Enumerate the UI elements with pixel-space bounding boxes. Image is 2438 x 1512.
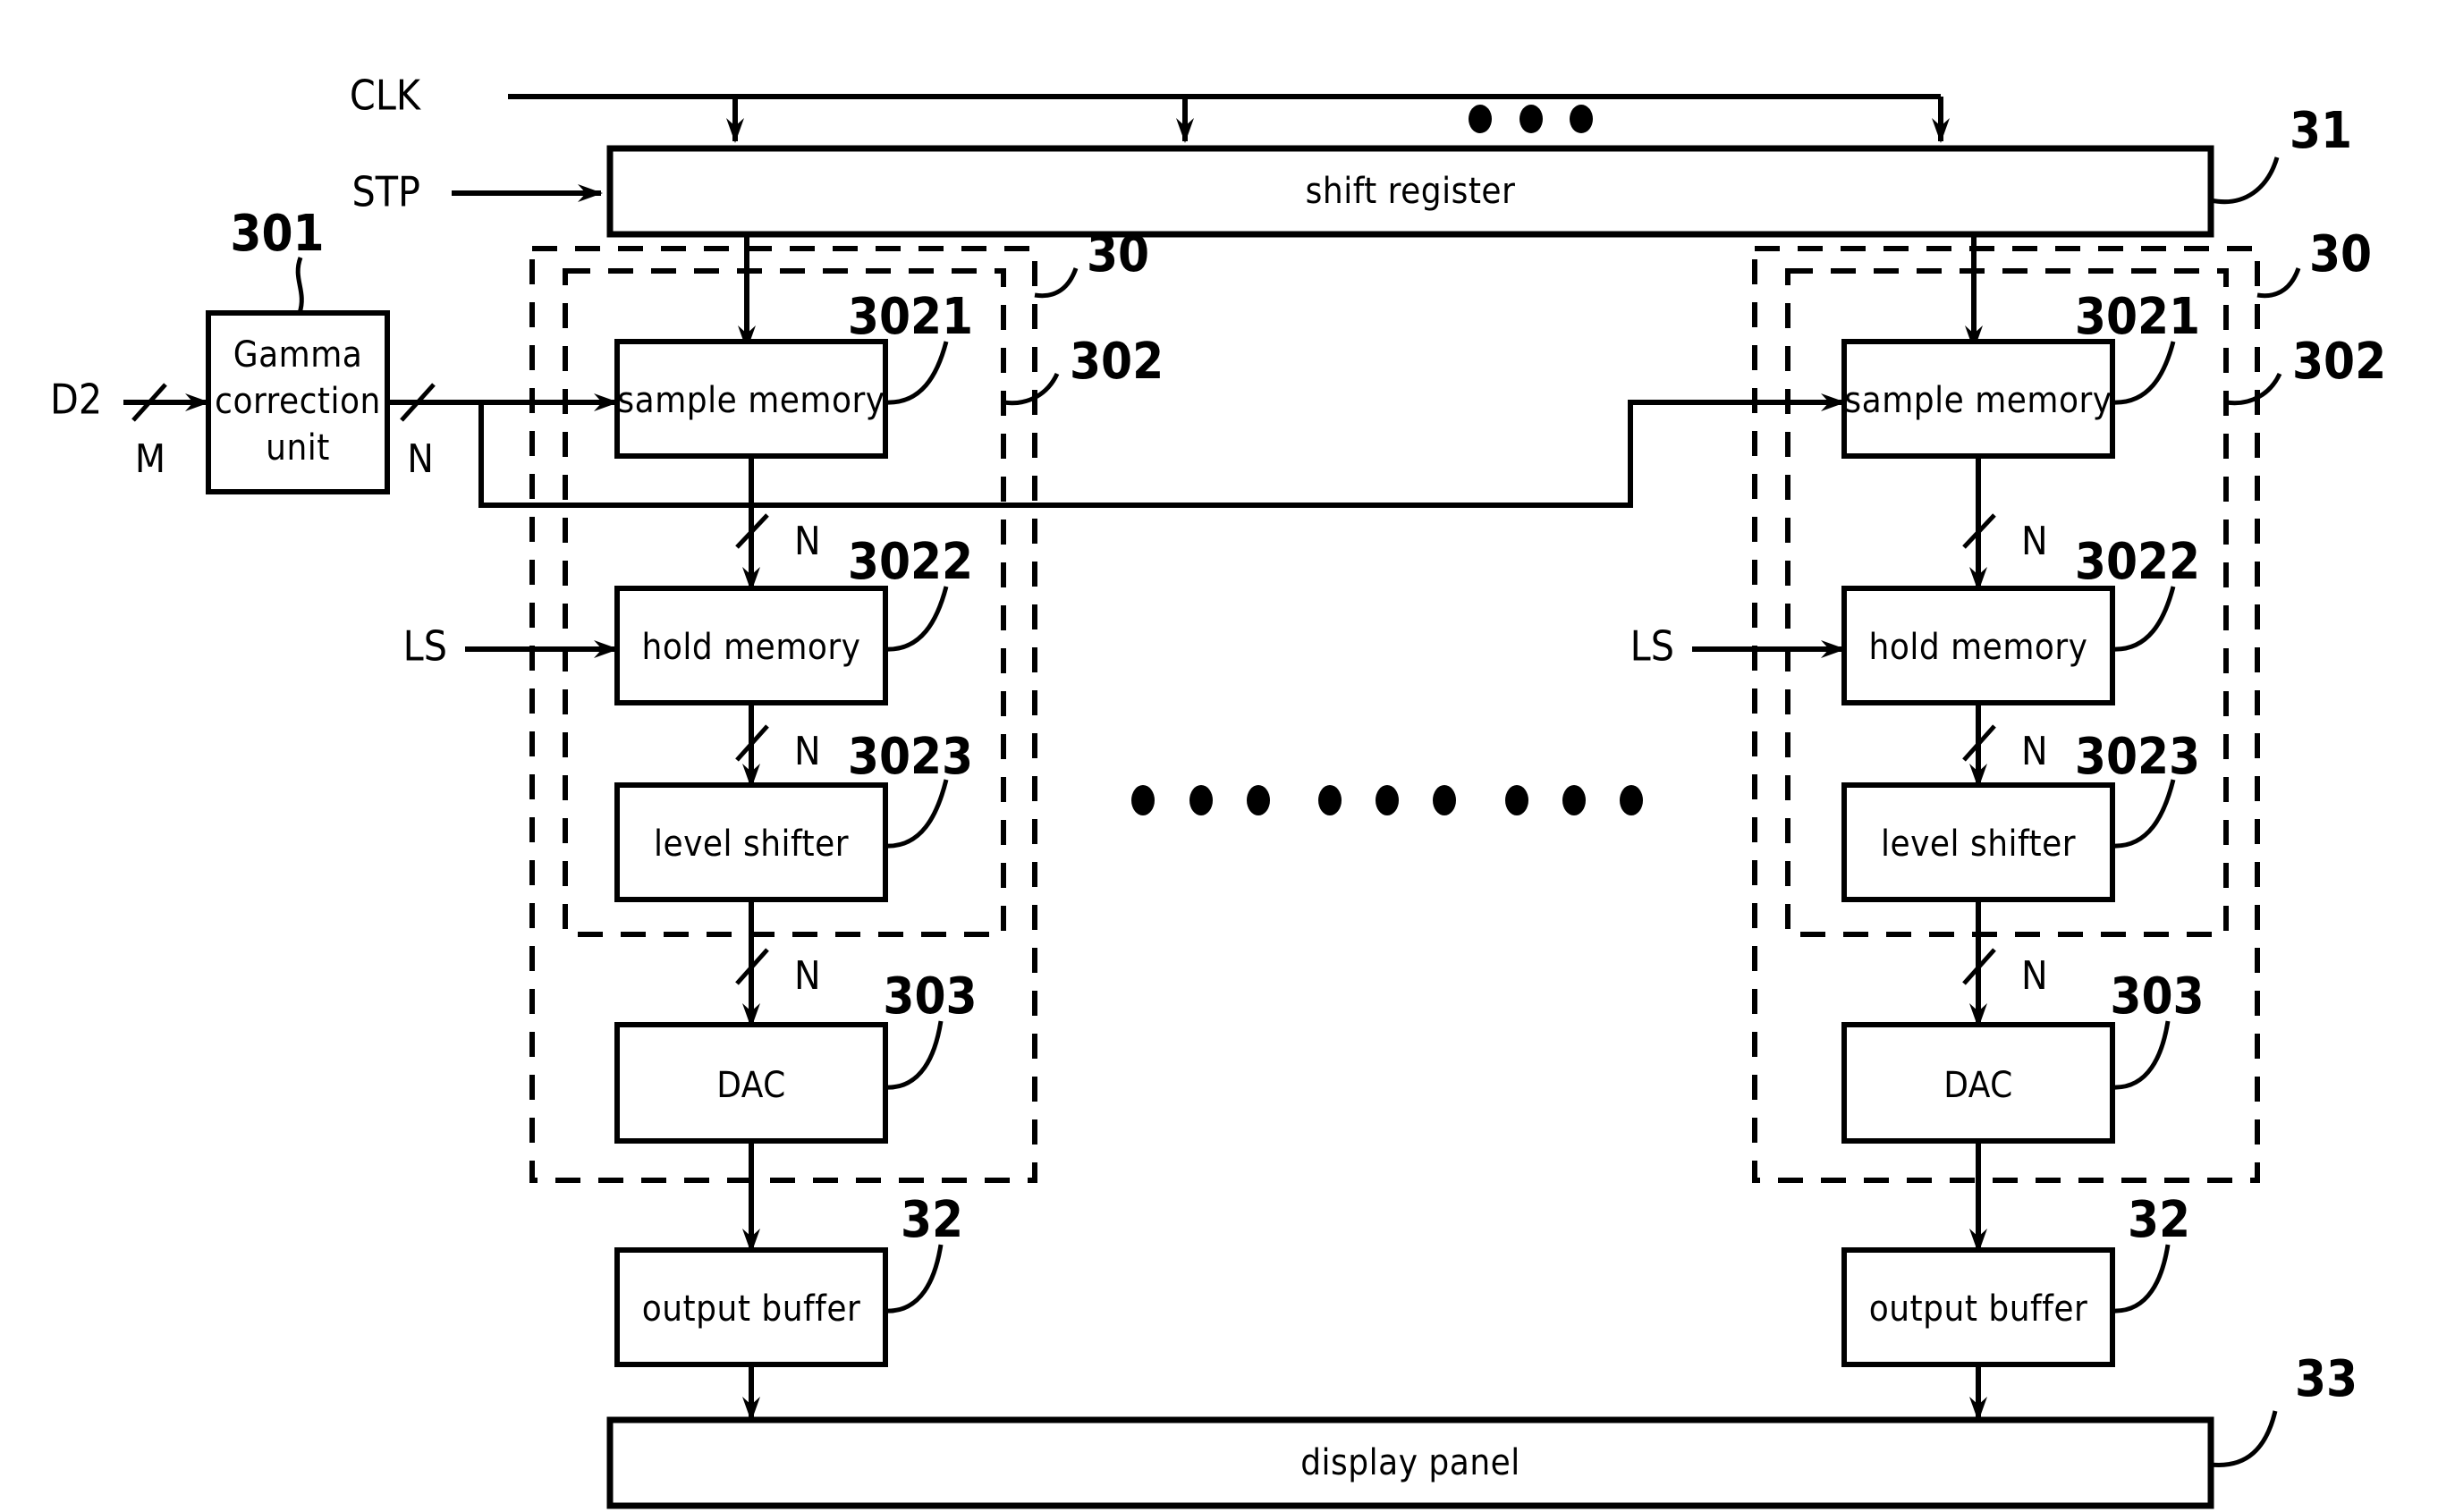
- right-ref-30-leader: 30: [2256, 225, 2372, 299]
- bus-width-m-label: M: [135, 436, 165, 482]
- left-sample-memory-label: sample memory: [617, 380, 885, 421]
- right-ref-302-leader: 302: [2225, 333, 2386, 406]
- clk-ellipsis-dots: [1469, 105, 1593, 133]
- gamma-label-line1: Gamma: [233, 334, 363, 376]
- left-ref-32-leader: 32: [885, 1191, 963, 1313]
- left-dac-block[interactable]: DAC: [614, 1022, 888, 1144]
- left-ls-label: LS: [403, 622, 447, 671]
- bus-width-n-label: N: [407, 436, 434, 482]
- right-sample-memory-block[interactable]: sample memory: [1841, 339, 2115, 459]
- ref-301: 301: [230, 205, 324, 263]
- gamma-output-bus: N: [387, 383, 1846, 508]
- block-diagram: CLK STP shift register 31 Gamma correcti…: [50, 72, 2386, 1509]
- right-ref-32: 32: [2128, 1191, 2190, 1249]
- channel-ellipsis-dots: [1131, 785, 1643, 815]
- figure-canvas: CLK STP shift register 31 Gamma correcti…: [0, 0, 2438, 1512]
- right-hold-memory-block[interactable]: hold memory: [1841, 586, 2115, 705]
- right-s2h-bit-label: N: [2021, 519, 2048, 564]
- ref-33: 33: [2295, 1350, 2358, 1408]
- left-hold-to-level-wire: N: [735, 703, 821, 789]
- left-s2h-bit-label: N: [794, 519, 821, 564]
- right-ref-303-leader: 303: [2110, 967, 2205, 1090]
- left-h2l-bit-label: N: [794, 729, 821, 774]
- left-ref-30: 30: [1087, 225, 1149, 283]
- right-ref-3023: 3023: [2075, 728, 2200, 786]
- right-ls-input-group: LS: [1630, 622, 1846, 671]
- left-output-buffer-label: output buffer: [642, 1288, 861, 1330]
- left-l2d-bit-label: N: [794, 953, 821, 999]
- left-ref-3022: 3022: [848, 533, 973, 591]
- right-ref-302: 302: [2292, 333, 2386, 391]
- display-panel-label: display panel: [1300, 1442, 1520, 1483]
- left-output-buffer-block[interactable]: output buffer: [614, 1247, 888, 1367]
- right-ref-303: 303: [2110, 967, 2204, 1026]
- right-h2l-bit-label: N: [2021, 729, 2048, 774]
- right-dac-label: DAC: [1943, 1065, 2013, 1106]
- right-hold-to-level-wire: N: [1962, 703, 2048, 789]
- left-hold-memory-block[interactable]: hold memory: [614, 586, 888, 705]
- ref-31: 31: [2290, 102, 2352, 160]
- left-hold-memory-label: hold memory: [642, 627, 861, 668]
- display-panel-block[interactable]: display panel: [606, 1416, 2214, 1509]
- left-ref-302-leader: 302: [1003, 333, 1164, 406]
- left-ref-302: 302: [1070, 333, 1164, 391]
- right-l2d-bit-label: N: [2021, 953, 2048, 999]
- gamma-ref-leader: 301: [230, 205, 325, 314]
- left-ref-3021: 3021: [848, 288, 973, 346]
- right-ref-30: 30: [2309, 225, 2372, 283]
- shift-register-label: shift register: [1306, 171, 1516, 212]
- left-ref-303: 303: [883, 967, 977, 1026]
- left-sample-to-hold-wire: N: [735, 456, 821, 592]
- right-ls-label: LS: [1630, 622, 1674, 671]
- shift-register-block[interactable]: shift register: [606, 145, 2214, 238]
- left-ref-32: 32: [901, 1191, 963, 1249]
- clk-signal-group: CLK: [350, 72, 1950, 143]
- stp-label: STP: [351, 168, 420, 216]
- right-hold-memory-label: hold memory: [1869, 627, 2088, 668]
- right-dac-block[interactable]: DAC: [1841, 1022, 2115, 1144]
- d2-input-group: D2 M: [50, 376, 210, 482]
- right-sample-memory-label: sample memory: [1844, 380, 2112, 421]
- right-output-buffer-label: output buffer: [1869, 1288, 2088, 1330]
- right-ref-3021: 3021: [2075, 288, 2200, 346]
- gamma-label-line3: unit: [266, 427, 330, 469]
- display-panel-ref-leader: 33: [2210, 1350, 2358, 1467]
- left-level-shifter-label: level shifter: [654, 824, 849, 865]
- shift-register-ref-leader: 31: [2210, 102, 2352, 204]
- left-ref-3023: 3023: [848, 728, 973, 786]
- right-level-shifter-label: level shifter: [1881, 824, 2076, 865]
- right-level-shifter-block[interactable]: level shifter: [1841, 782, 2115, 902]
- left-level-to-dac-wire: N: [735, 900, 821, 1028]
- right-output-buffer-block[interactable]: output buffer: [1841, 1247, 2115, 1367]
- clk-label: CLK: [350, 72, 422, 120]
- gamma-correction-block[interactable]: Gamma correction unit: [206, 310, 390, 494]
- left-ref-303-leader: 303: [883, 967, 978, 1090]
- left-ls-input-group: LS: [403, 622, 619, 671]
- left-sample-memory-block[interactable]: sample memory: [614, 339, 888, 459]
- left-level-shifter-block[interactable]: level shifter: [614, 782, 888, 902]
- left-dac-label: DAC: [716, 1065, 786, 1106]
- d2-label: D2: [50, 376, 102, 424]
- right-level-to-dac-wire: N: [1962, 900, 2048, 1028]
- stp-signal-group: STP: [351, 168, 603, 216]
- gamma-label-line2: correction: [215, 381, 381, 422]
- right-ref-3022: 3022: [2075, 533, 2200, 591]
- right-ref-32-leader: 32: [2112, 1191, 2190, 1313]
- right-sample-to-hold-wire: N: [1962, 456, 2048, 592]
